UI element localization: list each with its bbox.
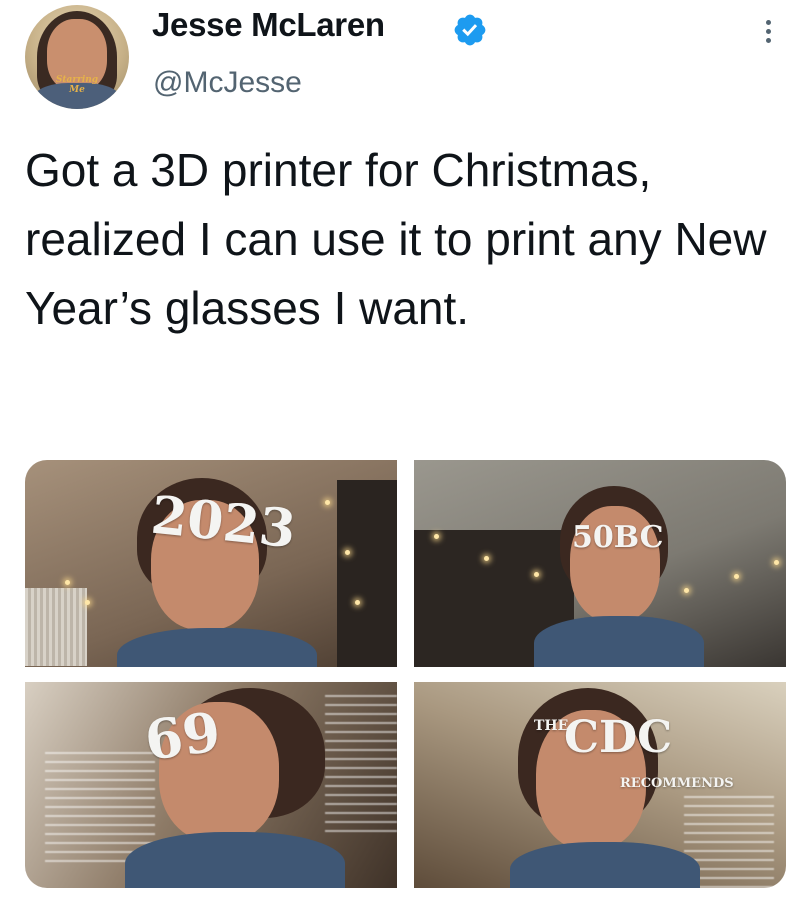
photo-3[interactable]: 69 [25, 682, 397, 888]
string-light [85, 600, 90, 605]
display-name[interactable]: Jesse McLaren [152, 6, 385, 44]
avatar-badge: Starring Me [55, 75, 99, 95]
avatar[interactable]: Starring Me [25, 5, 129, 109]
string-light [534, 572, 539, 577]
photo-2[interactable]: 50BC [414, 460, 786, 667]
user-handle[interactable]: @McJesse [153, 66, 302, 100]
avatar-badge-line-1: Starring [55, 75, 99, 85]
more-dot [765, 38, 771, 43]
avatar-badge-line-2: Me [69, 85, 85, 95]
motion-blur [45, 752, 155, 862]
string-light [484, 556, 489, 561]
photo-4[interactable]: THE CDC RECOMMENDS [414, 682, 786, 888]
photo-1[interactable]: 2023 [25, 460, 397, 667]
string-light [434, 534, 439, 539]
more-dot [765, 29, 771, 34]
dark-door [337, 480, 397, 667]
person-shirt [125, 832, 345, 888]
tweet-text: Got a 3D printer for Christmas, realized… [25, 144, 767, 334]
string-light [325, 500, 330, 505]
person-shirt [510, 842, 700, 888]
string-light [684, 588, 689, 593]
more-options-icon[interactable] [758, 20, 778, 50]
string-light [774, 560, 779, 565]
person-shirt [117, 628, 317, 667]
verified-badge-icon [454, 14, 486, 46]
glasses-50bc: 50BC [572, 520, 664, 555]
motion-blur [325, 692, 397, 832]
wall-ac-unit [25, 588, 87, 666]
string-light [355, 600, 360, 605]
more-dot [765, 20, 771, 25]
glasses-cdc: CDC [564, 712, 673, 763]
glasses-69: 69 [140, 699, 225, 773]
string-light [734, 574, 739, 579]
tweet-card: Starring Me Jesse McLaren @McJesse Got a… [0, 0, 810, 916]
string-light [65, 580, 70, 585]
glasses-bottom-text: RECOMMENDS [620, 776, 734, 791]
person-shirt [534, 616, 704, 667]
string-light [345, 550, 350, 555]
media-grid: 2023 50BC 69 THE CDC RECOMMENDS [25, 460, 786, 888]
